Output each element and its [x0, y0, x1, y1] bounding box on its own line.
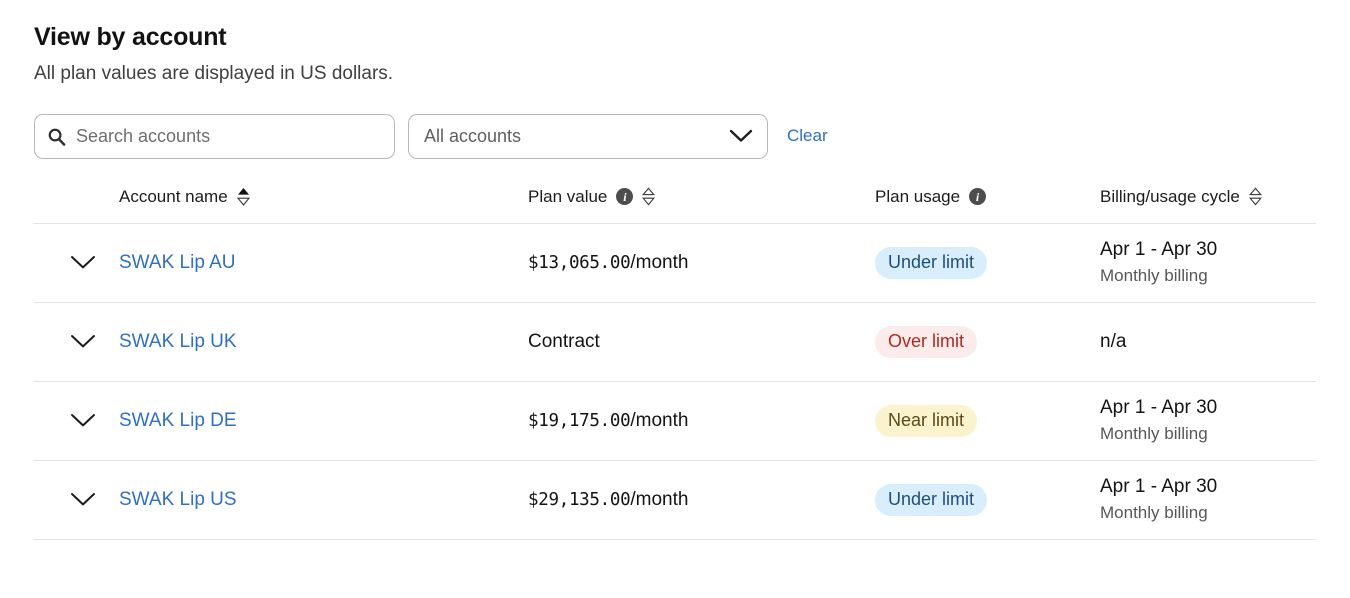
- plan-value-amount: $29,135.00: [528, 490, 630, 510]
- column-header-label: Plan usage: [875, 187, 960, 207]
- search-accounts-field[interactable]: [34, 114, 395, 159]
- chevron-down-icon[interactable]: [70, 413, 96, 428]
- view-by-account-page: View by account All plan values are disp…: [0, 0, 1350, 540]
- plan-usage-cell: Near limit: [875, 405, 1100, 437]
- billing-cycle-type: Monthly billing: [1100, 423, 1316, 446]
- plan-value-amount: $13,065.00: [528, 253, 630, 273]
- plan-value-cell: Contract: [528, 331, 875, 353]
- plan-value-amount: $19,175.00: [528, 411, 630, 431]
- table-row[interactable]: SWAK Lip DE $19,175.00/month Near limit …: [34, 382, 1316, 461]
- chevron-down-icon: [729, 129, 753, 143]
- column-header-label: Account name: [119, 187, 228, 207]
- billing-cycle-dates: Apr 1 - Apr 30: [1100, 475, 1316, 500]
- accounts-table: Account name Plan value i: [34, 187, 1316, 540]
- table-header-row: Account name Plan value i: [34, 187, 1316, 224]
- plan-usage-cell: Over limit: [875, 326, 1100, 358]
- plan-value-suffix: /month: [630, 252, 688, 273]
- sort-none-icon[interactable]: [642, 187, 655, 206]
- column-header-account-name[interactable]: Account name: [119, 187, 528, 207]
- plan-value-suffix: /month: [630, 489, 688, 510]
- column-header-billing-cycle[interactable]: Billing/usage cycle: [1100, 187, 1316, 207]
- account-link[interactable]: SWAK Lip US: [119, 489, 237, 510]
- sort-ascending-icon[interactable]: [237, 187, 250, 206]
- plan-value-cell: $19,175.00/month: [528, 410, 875, 432]
- table-row[interactable]: SWAK Lip AU $13,065.00/month Under limit…: [34, 224, 1316, 303]
- plan-usage-cell: Under limit: [875, 484, 1100, 516]
- billing-cycle-type: Monthly billing: [1100, 265, 1316, 288]
- expand-row-toggle[interactable]: [34, 413, 119, 428]
- plan-usage-cell: Under limit: [875, 247, 1100, 279]
- billing-cycle-cell: Apr 1 - Apr 30 Monthly billing: [1100, 475, 1316, 525]
- search-input[interactable]: [76, 126, 382, 147]
- plan-value-text: Contract: [528, 331, 600, 352]
- account-name-cell[interactable]: SWAK Lip US: [119, 489, 528, 511]
- billing-cycle-dates: Apr 1 - Apr 30: [1100, 396, 1316, 421]
- status-badge: Under limit: [875, 247, 987, 279]
- chevron-down-icon[interactable]: [70, 334, 96, 349]
- billing-cycle-cell: Apr 1 - Apr 30 Monthly billing: [1100, 238, 1316, 288]
- plan-value-cell: $13,065.00/month: [528, 252, 875, 274]
- info-icon[interactable]: i: [616, 188, 633, 205]
- clear-filters-link[interactable]: Clear: [787, 126, 828, 146]
- table-row[interactable]: SWAK Lip UK Contract Over limit n/a: [34, 303, 1316, 382]
- account-name-cell[interactable]: SWAK Lip UK: [119, 331, 528, 353]
- account-filter-value: All accounts: [424, 126, 521, 147]
- column-header-plan-value[interactable]: Plan value i: [528, 187, 875, 207]
- status-badge: Near limit: [875, 405, 977, 437]
- billing-cycle-dates: n/a: [1100, 331, 1316, 353]
- info-icon[interactable]: i: [969, 188, 986, 205]
- billing-cycle-dates: Apr 1 - Apr 30: [1100, 238, 1316, 263]
- page-title: View by account: [34, 22, 1316, 52]
- column-header-label: Billing/usage cycle: [1100, 187, 1240, 207]
- search-icon: [47, 127, 66, 146]
- table-row[interactable]: SWAK Lip US $29,135.00/month Under limit…: [34, 461, 1316, 540]
- account-filter-select[interactable]: All accounts: [408, 114, 768, 159]
- expand-row-toggle[interactable]: [34, 255, 119, 270]
- account-name-cell[interactable]: SWAK Lip AU: [119, 252, 528, 274]
- plan-value-suffix: /month: [630, 410, 688, 431]
- billing-cycle-cell: Apr 1 - Apr 30 Monthly billing: [1100, 396, 1316, 446]
- sort-none-icon[interactable]: [1249, 187, 1262, 206]
- status-badge: Over limit: [875, 326, 977, 358]
- plan-value-cell: $29,135.00/month: [528, 489, 875, 511]
- status-badge: Under limit: [875, 484, 987, 516]
- expand-row-toggle[interactable]: [34, 334, 119, 349]
- account-link[interactable]: SWAK Lip AU: [119, 252, 236, 273]
- chevron-down-icon[interactable]: [70, 255, 96, 270]
- column-header-plan-usage: Plan usage i: [875, 187, 1100, 207]
- filter-controls: All accounts Clear: [34, 114, 1316, 159]
- expand-row-toggle[interactable]: [34, 492, 119, 507]
- billing-cycle-type: Monthly billing: [1100, 502, 1316, 525]
- chevron-down-icon[interactable]: [70, 492, 96, 507]
- column-header-label: Plan value: [528, 187, 607, 207]
- page-subtitle: All plan values are displayed in US doll…: [34, 62, 1316, 86]
- account-link[interactable]: SWAK Lip UK: [119, 331, 237, 352]
- account-name-cell[interactable]: SWAK Lip DE: [119, 410, 528, 432]
- billing-cycle-cell: n/a: [1100, 331, 1316, 353]
- account-link[interactable]: SWAK Lip DE: [119, 410, 237, 431]
